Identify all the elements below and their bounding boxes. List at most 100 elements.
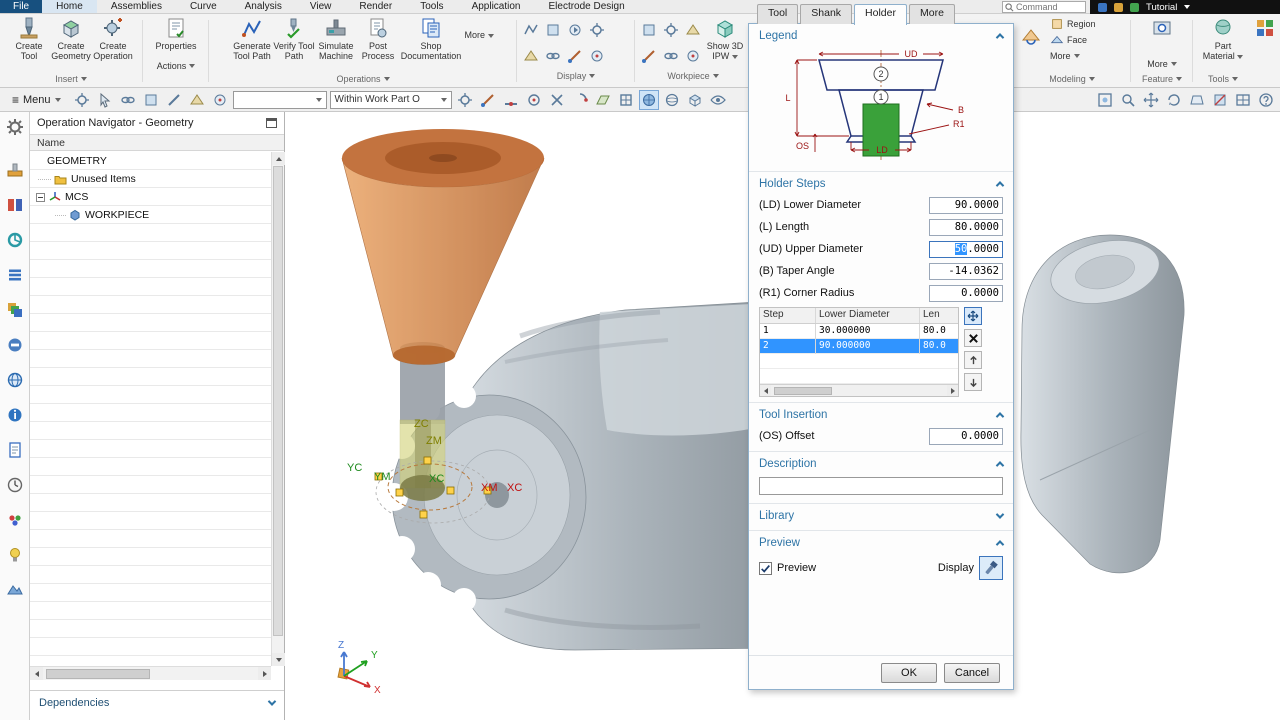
palette-icon[interactable] bbox=[5, 510, 25, 530]
window-tool-icon[interactable] bbox=[1098, 2, 1107, 12]
zoom-icon[interactable] bbox=[1118, 90, 1138, 110]
reuse-library-icon[interactable] bbox=[5, 300, 25, 320]
vertical-scroll-thumb[interactable] bbox=[273, 166, 283, 636]
verify-tool-path-button[interactable]: Verify Tool Path bbox=[273, 16, 315, 61]
tab-tools[interactable]: Tools bbox=[406, 0, 457, 13]
show-hide-icon[interactable] bbox=[708, 90, 728, 110]
show-gouges-icon[interactable] bbox=[565, 46, 585, 66]
filter-body-icon[interactable] bbox=[187, 90, 207, 110]
region-button[interactable]: Region bbox=[1048, 16, 1098, 32]
dialog-tab-tool[interactable]: Tool bbox=[757, 4, 799, 24]
window-layout-icon[interactable] bbox=[1233, 90, 1253, 110]
assembly-navigator-icon[interactable] bbox=[5, 195, 25, 215]
horizontal-scroll-thumb[interactable] bbox=[46, 668, 150, 679]
step-column-header[interactable]: Step bbox=[760, 308, 816, 323]
tree-row-mcs[interactable]: MCS bbox=[30, 188, 271, 206]
center-point-icon[interactable] bbox=[524, 90, 544, 110]
tool-insertion-header[interactable]: Tool Insertion bbox=[759, 404, 1005, 425]
tab-electrode-design[interactable]: Electrode Design bbox=[534, 0, 638, 13]
show-ipw-shaded-icon[interactable] bbox=[521, 46, 541, 66]
file-menu-tab[interactable]: File bbox=[0, 0, 43, 13]
wireframe-icon[interactable] bbox=[662, 90, 682, 110]
taper-angle-field[interactable]: -14.0362 bbox=[929, 262, 1003, 280]
tab-analysis[interactable]: Analysis bbox=[231, 0, 296, 13]
lower-diameter-field[interactable]: 90.0000 bbox=[929, 196, 1003, 214]
system-scenes-icon[interactable] bbox=[5, 580, 25, 600]
select-scope-icon[interactable] bbox=[72, 90, 92, 110]
remove-step-button[interactable] bbox=[964, 329, 982, 347]
resource-bar-options-icon[interactable] bbox=[5, 117, 25, 137]
web-browser-icon[interactable] bbox=[5, 370, 25, 390]
simulate-machine-button[interactable]: Simulate Machine bbox=[315, 16, 357, 61]
navigator-column-header[interactable]: Name bbox=[30, 134, 284, 151]
dialog-tab-more[interactable]: More bbox=[908, 4, 955, 24]
help-icon[interactable] bbox=[1256, 90, 1276, 110]
actions-menu[interactable]: Actions bbox=[146, 58, 206, 74]
table-row[interactable]: 1 30.000000 80.0 bbox=[760, 323, 958, 339]
shop-documentation-button[interactable]: Shop Documentation bbox=[399, 16, 463, 61]
operation-navigator-icon[interactable] bbox=[5, 265, 25, 285]
scroll-left-arrow[interactable] bbox=[30, 667, 43, 680]
quadrant-point-icon[interactable] bbox=[570, 90, 590, 110]
preview-header[interactable]: Preview bbox=[759, 532, 1005, 553]
preview-checkbox[interactable] bbox=[759, 561, 772, 575]
information-icon[interactable] bbox=[5, 405, 25, 425]
move-step-up-button[interactable] bbox=[964, 351, 982, 369]
tab-home[interactable]: Home bbox=[42, 0, 97, 13]
fit-view-icon[interactable] bbox=[1095, 90, 1115, 110]
corner-radius-field[interactable]: 0.0000 bbox=[929, 284, 1003, 302]
operations-more-button[interactable]: More bbox=[463, 16, 495, 40]
holder-steps-header[interactable]: Holder Steps bbox=[759, 173, 1005, 194]
dialog-tab-holder[interactable]: Holder bbox=[854, 4, 907, 25]
rotate-view-icon[interactable] bbox=[1164, 90, 1184, 110]
general-selection-icon[interactable] bbox=[95, 90, 115, 110]
description-header[interactable]: Description bbox=[759, 453, 1005, 474]
table-scroll-right-arrow[interactable] bbox=[947, 385, 958, 396]
filter-edge-icon[interactable] bbox=[164, 90, 184, 110]
synchronous-modeling-button[interactable] bbox=[1016, 16, 1046, 49]
constraint-navigator-icon[interactable] bbox=[5, 230, 25, 250]
filter-vertex-icon[interactable] bbox=[210, 90, 230, 110]
table-horizontal-scrollbar[interactable] bbox=[760, 384, 958, 396]
offset-field[interactable]: 0.0000 bbox=[929, 427, 1003, 445]
history-icon[interactable] bbox=[5, 475, 25, 495]
mid-point-icon[interactable] bbox=[501, 90, 521, 110]
create-geometry-button[interactable]: Create Geometry bbox=[50, 16, 92, 61]
tree-row-workpiece[interactable]: WORKPIECE bbox=[30, 206, 271, 224]
workpiece-right-segment[interactable] bbox=[1020, 231, 1185, 574]
feature-more-button[interactable]: More bbox=[1134, 56, 1190, 72]
scroll-right-arrow[interactable] bbox=[258, 667, 271, 680]
lower-diameter-column-header[interactable]: Lower Diameter bbox=[816, 308, 920, 323]
length-field[interactable]: 80.0000 bbox=[929, 218, 1003, 236]
workpiece-more-icon[interactable] bbox=[683, 46, 703, 66]
tree-row-unused-items[interactable]: Unused Items bbox=[30, 170, 271, 188]
display-button[interactable] bbox=[979, 556, 1003, 580]
end-point-icon[interactable] bbox=[478, 90, 498, 110]
hd3d-tools-icon[interactable] bbox=[5, 335, 25, 355]
holder-steps-table[interactable]: Step Lower Diameter Len 1 30.000000 80.0… bbox=[759, 307, 959, 397]
tutorial-menu[interactable]: Tutorial bbox=[1146, 2, 1177, 13]
move-step-down-button[interactable] bbox=[964, 373, 982, 391]
tab-assemblies[interactable]: Assemblies bbox=[97, 0, 176, 13]
tool-holder-cone[interactable] bbox=[341, 129, 545, 365]
work-plane-icon[interactable] bbox=[616, 90, 636, 110]
cancel-button[interactable]: Cancel bbox=[944, 662, 1000, 683]
workpiece-compare-icon[interactable] bbox=[661, 20, 681, 40]
create-tool-button[interactable]: Create Tool bbox=[8, 16, 50, 61]
workpiece-save-icon[interactable] bbox=[683, 20, 703, 40]
undock-panel-icon[interactable] bbox=[266, 118, 277, 128]
post-process-button[interactable]: Post Process bbox=[357, 16, 399, 61]
length-column-header[interactable]: Len bbox=[920, 308, 958, 323]
intersection-point-icon[interactable] bbox=[547, 90, 567, 110]
preview-checkbox-group[interactable]: Preview bbox=[759, 561, 816, 575]
user-profile-icon[interactable] bbox=[1114, 2, 1123, 12]
legend-section-header[interactable]: Legend bbox=[759, 25, 1005, 46]
tab-application[interactable]: Application bbox=[458, 0, 535, 13]
filter-face-icon[interactable] bbox=[141, 90, 161, 110]
properties-button[interactable]: Properties bbox=[148, 16, 204, 51]
select-chain-icon[interactable] bbox=[118, 90, 138, 110]
workpiece-analyze-icon[interactable] bbox=[639, 46, 659, 66]
snap-point-icon[interactable] bbox=[455, 90, 475, 110]
workpiece-settings-icon[interactable] bbox=[639, 20, 659, 40]
feature-recognition-button[interactable] bbox=[1142, 16, 1182, 41]
